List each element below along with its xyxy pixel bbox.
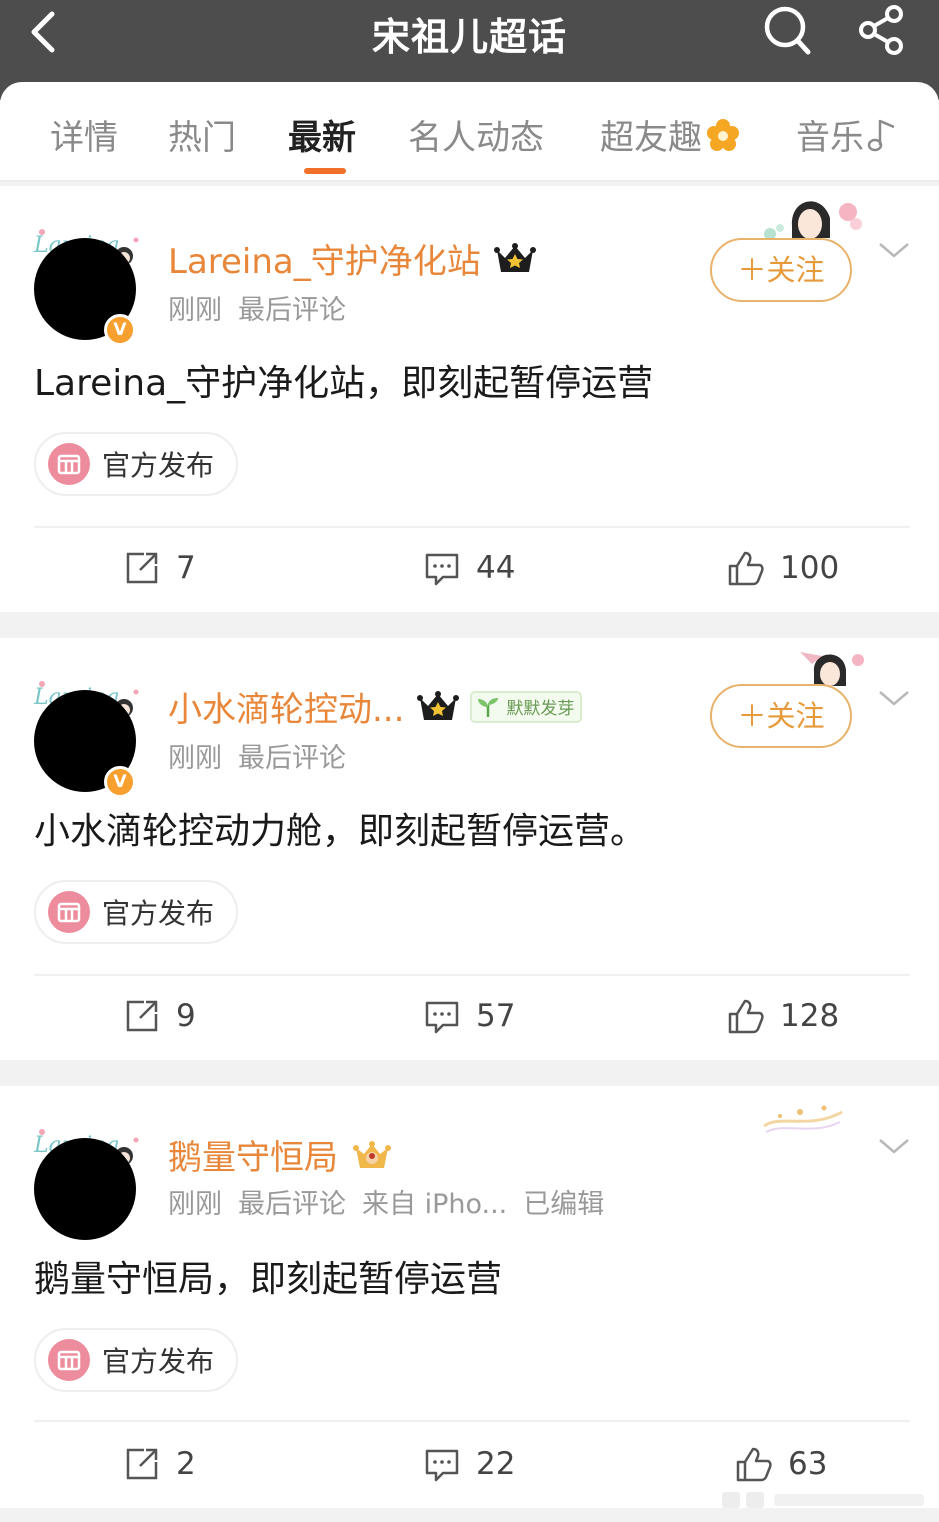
topic-tag-label: 官方发布 [102,1345,215,1378]
like-button[interactable]: 63 [734,1444,827,1484]
topic-tag-label: 官方发布 [102,897,215,930]
tab-label: 详情 [50,118,118,158]
tab-celebrity-updates[interactable]: 名人动态 [408,110,544,159]
comment-button[interactable]: 44 [422,548,515,588]
follow-button[interactable]: ＋关注 [710,238,852,302]
edited-label: 已编辑 [523,1189,605,1220]
author-row: 鹅量守恒局 [168,1130,394,1179]
comment-count: 57 [476,998,516,1034]
comment-icon [425,553,459,586]
repost-count: 2 [176,1446,196,1482]
divider [34,974,910,976]
last-comment-label: 最后评论 [238,743,346,774]
music-note-icon [867,119,895,151]
tab-latest[interactable]: 最新 [288,110,356,159]
active-tab-indicator [304,168,346,174]
avatar[interactable]: Lareina V [28,662,148,798]
post-card: Lareina 鹅量守恒局 刚刚 最后评论 来自 iPho... 已编辑 鹅量守… [0,1086,939,1508]
post-source: 来自 iPho... [362,1189,508,1220]
tab-bar: 详情 热门 最新 名人动态 超友趣 音乐 [0,82,939,182]
username[interactable]: 小水滴轮控动... [168,682,404,731]
tab-label: 热门 [168,118,236,158]
thumbs-up-icon [728,551,764,586]
comment-count: 44 [476,550,516,586]
watermark-decoration [722,1492,924,1508]
topic-tag-button[interactable]: 官方发布 [34,1328,238,1392]
last-comment-label: 最后评论 [238,1189,346,1220]
comment-button[interactable]: 22 [422,1444,515,1484]
username[interactable]: 鹅量守恒局 [168,1130,338,1179]
tab-details[interactable]: 详情 [50,110,118,159]
topic-tag-button[interactable]: 官方发布 [34,880,238,944]
tab-super-friends[interactable]: 超友趣 [600,110,740,159]
last-comment-label: 最后评论 [238,295,346,326]
thumbs-up-icon [728,999,764,1034]
avatar-image [34,1138,136,1240]
post-time: 刚刚 [168,1189,222,1220]
divider [34,526,910,528]
repost-icon [126,1000,158,1032]
like-count: 63 [788,1446,828,1482]
repost-button[interactable]: 2 [122,1444,196,1484]
comment-button[interactable]: 57 [422,996,515,1036]
chevron-down-icon[interactable] [876,1134,912,1158]
author-row: Lareina_守护净化站 [168,234,537,283]
member-badge: 默默发芽 [470,690,583,723]
repost-button[interactable]: 7 [122,548,196,588]
username[interactable]: Lareina_守护净化站 [168,234,481,283]
chevron-down-icon[interactable] [876,238,912,262]
tab-hot[interactable]: 热门 [168,110,236,159]
card-decoration [763,1105,843,1133]
thumbs-up-icon [736,1447,772,1482]
tab-label: 名人动态 [408,118,544,158]
tab-music[interactable]: 音乐 [796,110,900,159]
repost-icon [126,552,158,584]
topic-tag-button[interactable]: 官方发布 [34,432,238,496]
post-card: Lareina V 小水滴轮控动... 默默发芽 刚刚 最后评论 ＋关注 小水滴… [0,638,939,1060]
sprout-icon [478,697,499,717]
crown-icon [493,242,536,272]
post-meta: 刚刚 最后评论 [168,288,346,327]
official-release-icon [48,1339,90,1381]
post-card: Lareina V Lareina_守护净化站 刚刚 最后评论 ＋关注 Lare… [0,186,939,612]
post-content: Lareina_守护净化站，即刻起暂停运营 [34,363,654,404]
queen-crown-icon [353,1140,391,1168]
post-time: 刚刚 [168,295,222,326]
divider [34,1420,910,1422]
comment-icon [425,1449,459,1482]
avatar[interactable]: Lareina V [28,210,148,346]
verified-badge-icon: V [104,766,136,798]
official-release-icon [48,443,90,485]
author-row: 小水滴轮控动... 默默发芽 [168,682,583,731]
like-count: 128 [780,998,840,1034]
post-meta: 刚刚 最后评论 来自 iPho... 已编辑 [168,1182,604,1221]
official-release-icon [48,891,90,933]
repost-icon [126,1448,158,1480]
tab-label: 最新 [288,118,356,158]
topic-tag-label: 官方发布 [102,449,215,482]
post-content: 小水滴轮控动力舱，即刻起暂停运营。 [34,811,647,852]
post-content: 鹅量守恒局，即刻起暂停运营 [34,1259,503,1300]
crown-icon [417,690,460,720]
search-icon[interactable] [762,4,812,56]
like-button[interactable]: 128 [726,996,839,1036]
post-meta: 刚刚 最后评论 [168,736,346,775]
comment-icon [425,1001,459,1034]
verified-badge-icon: V [104,314,136,346]
like-count: 100 [780,550,840,586]
member-badge-label: 默默发芽 [506,699,575,719]
tab-label: 音乐 [796,118,864,158]
share-icon[interactable] [856,4,908,56]
like-button[interactable]: 100 [726,548,839,588]
follow-button[interactable]: ＋关注 [710,684,852,748]
repost-count: 7 [176,550,196,586]
post-time: 刚刚 [168,743,222,774]
flower-icon [707,118,739,151]
tab-label: 超友趣 [600,118,702,158]
repost-count: 9 [176,998,196,1034]
repost-button[interactable]: 9 [122,996,196,1036]
avatar[interactable]: Lareina [28,1110,148,1240]
chevron-down-icon[interactable] [876,686,912,710]
comment-count: 22 [476,1446,516,1482]
